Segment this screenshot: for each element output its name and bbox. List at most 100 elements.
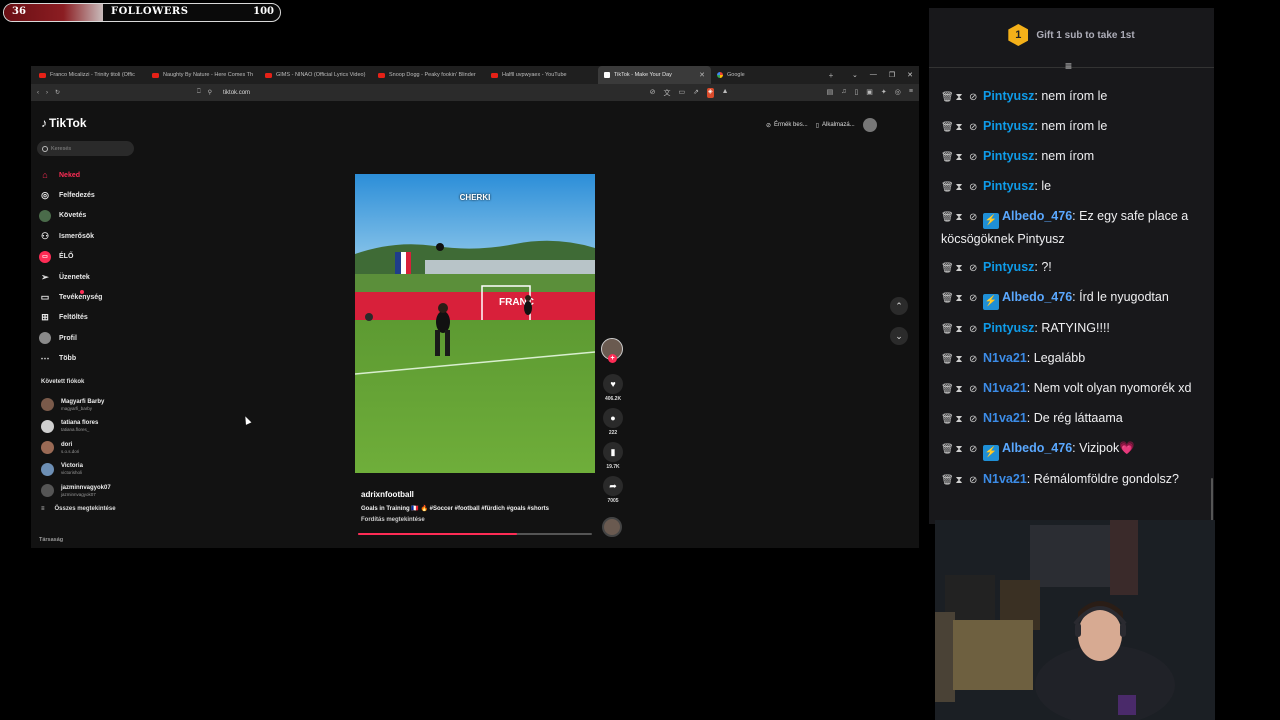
ban-icon[interactable]: ⊘ (969, 148, 977, 168)
delete-icon[interactable]: 🗑 (941, 148, 954, 168)
delete-icon[interactable]: 🗑 (941, 350, 954, 370)
reader-icon[interactable]: ▯ (854, 88, 858, 98)
delete-icon[interactable]: 🗑 (941, 380, 954, 400)
browser-tab[interactable]: Snoop Dogg - Peaky fookin' Blinder (372, 66, 485, 84)
followed-account[interactable]: tatiana flores tatiana.flores_ (41, 416, 111, 438)
delete-icon[interactable]: 🗑 (941, 208, 954, 228)
timeout-icon[interactable]: ⧗ (955, 471, 963, 491)
chat-username[interactable]: Pintyusz (983, 119, 1034, 133)
browser-tab[interactable]: Halfll uvpwyaex - YouTube (485, 66, 598, 84)
delete-icon[interactable]: 🗑 (941, 320, 954, 340)
browser-tab[interactable]: GIMS - NINAO (Official Lyrics Video) (259, 66, 372, 84)
new-tab-button[interactable]: + (824, 71, 838, 80)
chat-username[interactable]: Pintyusz (983, 260, 1034, 274)
search-input[interactable]: Keresés (37, 141, 134, 156)
ban-icon[interactable]: ⊘ (969, 259, 977, 279)
ban-icon[interactable]: ⊘ (969, 178, 977, 198)
ban-icon[interactable]: ⊘ (969, 208, 977, 228)
bookmark-icon[interactable]: ⎕ (197, 89, 201, 96)
follow-plus-icon[interactable]: + (608, 354, 617, 363)
browser-tab[interactable]: Franco Micalizzi - Trinity titoli (Offic (33, 66, 146, 84)
extensions-icon[interactable]: ✦ (881, 88, 887, 98)
menu-icon[interactable]: ≡ (909, 88, 913, 98)
sidebar-item-ismerosok[interactable]: ⚇ Ismerősök (39, 226, 102, 246)
delete-icon[interactable]: 🗑 (941, 410, 954, 430)
timeout-icon[interactable]: ⧗ (955, 410, 963, 430)
timeout-icon[interactable]: ⧗ (955, 88, 963, 108)
sidebar-item-tobb[interactable]: ⋯ Több (39, 349, 102, 369)
delete-icon[interactable]: 🗑 (941, 289, 954, 309)
timeout-icon[interactable]: ⧗ (955, 350, 963, 370)
ban-icon[interactable]: ⊘ (969, 320, 977, 340)
followed-account[interactable]: jazminnvagyok07 jazminnvagyok07 (41, 480, 111, 502)
site-info-icon[interactable]: ⚲ (208, 89, 212, 96)
delete-icon[interactable]: 🗑 (941, 118, 954, 138)
comment-action[interactable]: ● 222 (601, 408, 625, 436)
wallet-icon[interactable]: ▣ (866, 88, 873, 98)
share-icon[interactable]: ⇗ (693, 88, 699, 98)
share-action[interactable]: ➦ 7005 (601, 476, 625, 504)
chat-scrollbar[interactable] (1211, 478, 1213, 524)
previous-video-button[interactable]: ⌃ (890, 297, 908, 315)
chat-username[interactable]: N1va21 (983, 381, 1027, 395)
like-action[interactable]: ♥ 406.2K (601, 374, 625, 402)
rewards-icon[interactable]: ▲ (722, 88, 729, 98)
followed-account[interactable]: dori s.o.s.dori (41, 437, 111, 459)
chat-username[interactable]: N1va21 (983, 351, 1027, 365)
video-player[interactable]: FRANC CHERKI (355, 174, 595, 473)
sidebar-item-kovetes[interactable]: Követés (39, 206, 102, 226)
sidebar-item-profil[interactable]: Profil (39, 328, 102, 348)
delete-icon[interactable]: 🗑 (941, 178, 954, 198)
translate-link[interactable]: Fordítás megtekintése (361, 517, 601, 523)
chat-username[interactable]: Albedo_476 (1002, 290, 1072, 304)
chat-username[interactable]: Pintyusz (983, 321, 1034, 335)
delete-icon[interactable]: 🗑 (941, 471, 954, 491)
sidebar-item-tevekenyseg[interactable]: ▭ Tevékenység (39, 287, 102, 307)
chat-username[interactable]: Pintyusz (983, 89, 1034, 103)
chat-username[interactable]: Albedo_476 (1002, 209, 1072, 223)
chevron-down-icon[interactable]: ⌄ (852, 71, 858, 79)
screenshot-icon[interactable]: ▭ (679, 88, 686, 98)
chat-username[interactable]: Albedo_476 (1002, 441, 1072, 455)
sidebar-item-feltoltes[interactable]: ⊞ Feltöltés (39, 308, 102, 328)
mute-icon[interactable]: ⊘ (650, 88, 656, 98)
expand-handle-icon[interactable]: ≡ (1065, 60, 1072, 72)
sidebar-item-elo[interactable]: ▭ ÉLŐ (39, 247, 102, 267)
tiktok-logo[interactable]: ♪ TikTok (41, 116, 87, 130)
music-disc-icon[interactable] (602, 517, 622, 537)
ban-icon[interactable]: ⊘ (969, 118, 977, 138)
timeout-icon[interactable]: ⧗ (955, 320, 963, 340)
browser-tab-active[interactable]: TikTok - Make Your Day ✕ (598, 66, 711, 84)
sidebar-item-felfedezes[interactable]: ◎ Felfedezés (39, 185, 102, 205)
timeout-icon[interactable]: ⧗ (955, 259, 963, 279)
video-username[interactable]: adrixnfootball (361, 490, 601, 499)
followed-account[interactable]: Victoria victorisholi (41, 459, 111, 481)
sidebar-icon[interactable]: ▤ (827, 88, 834, 98)
restore-icon[interactable]: ❐ (889, 71, 895, 79)
media-icon[interactable]: ♫ (841, 88, 846, 98)
get-app-button[interactable]: ▯ Alkalmazá... (816, 122, 855, 129)
company-link[interactable]: Társaság (39, 537, 63, 543)
sidebar-item-neked[interactable]: ⌂ Neked (39, 165, 102, 185)
timeout-icon[interactable]: ⧗ (955, 178, 963, 198)
ban-icon[interactable]: ⊘ (969, 350, 977, 370)
back-icon[interactable]: ‹ (37, 90, 39, 96)
chat-username[interactable]: Pintyusz (983, 149, 1034, 163)
minimize-icon[interactable]: — (870, 71, 877, 79)
timeout-icon[interactable]: ⧗ (955, 208, 963, 228)
chat-username[interactable]: N1va21 (983, 472, 1027, 486)
followed-account[interactable]: Magyarfi Barby magyarfi_barby (41, 394, 111, 416)
timeout-icon[interactable]: ⧗ (955, 148, 963, 168)
chat-username[interactable]: N1va21 (983, 411, 1027, 425)
close-tab-icon[interactable]: ✕ (699, 71, 705, 79)
close-icon[interactable]: ✕ (907, 71, 913, 79)
url-field[interactable]: tiktok.com (223, 90, 250, 96)
ban-icon[interactable]: ⊘ (969, 410, 977, 430)
delete-icon[interactable]: 🗑 (941, 259, 954, 279)
save-action[interactable]: ▮ 19.7K (601, 442, 625, 470)
avatar[interactable] (862, 118, 877, 132)
sidebar-item-uzenetek[interactable]: ➢ Üzenetek (39, 267, 102, 287)
browser-tab[interactable]: Google (711, 66, 824, 84)
next-video-button[interactable]: ⌄ (890, 327, 908, 345)
ban-icon[interactable]: ⊘ (969, 380, 977, 400)
